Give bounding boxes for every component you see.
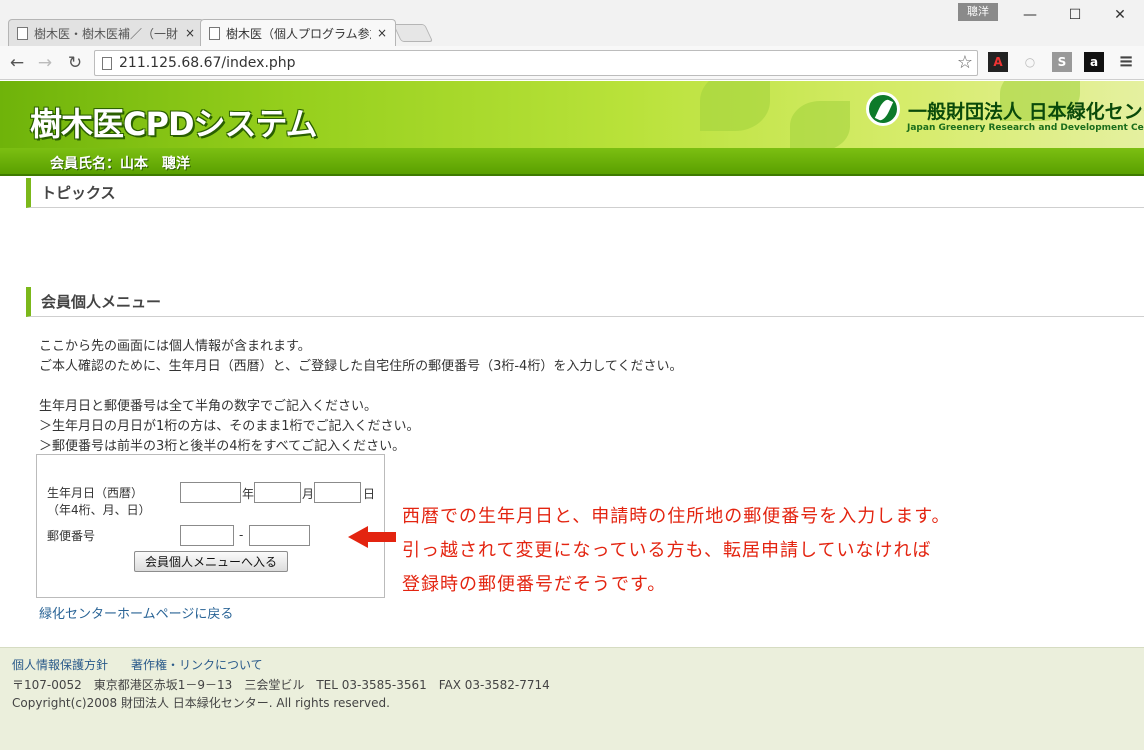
browser-titlebar: 樹木医・樹木医補／（一財 × 樹木医（個人プログラム参加 × 聰洋 — ☐ ✕ (0, 0, 1144, 46)
script-extension-icon[interactable]: S (1052, 52, 1072, 72)
postal-code-second-input[interactable] (249, 525, 310, 546)
annotation-line: 西暦での生年月日と、申請時の住所地の郵便番号を入力します。 (402, 506, 951, 527)
home-page-link[interactable]: 緑化センターホームページに戻る (39, 603, 233, 622)
note-line: ＞郵便番号は前半の3桁と後半の4桁をすべてご記入ください。 (39, 439, 406, 454)
tab-active[interactable]: 樹木医（個人プログラム参加 × (200, 19, 396, 46)
intro-line: ご本人確認のために、生年月日（西暦）と、ご登録した自宅住所の郵便番号（3桁-4桁… (39, 359, 683, 374)
chrome-menu-icon[interactable]: ≡ (1116, 52, 1136, 72)
tab-inactive[interactable]: 樹木医・樹木医補／（一財 × (8, 19, 204, 46)
enter-member-menu-button[interactable]: 会員個人メニューへ入る (134, 551, 288, 572)
footer-copyright: Copyright(c)2008 財団法人 日本緑化センター. All righ… (12, 696, 390, 710)
back-icon[interactable]: ← (6, 51, 28, 75)
minimize-icon[interactable]: — (1008, 0, 1052, 30)
postal-code-label: 郵便番号 (47, 529, 96, 543)
window-close-icon[interactable]: ✕ (1098, 0, 1142, 30)
birth-month-input[interactable] (254, 482, 301, 503)
tab-title: 樹木医（個人プログラム参加 (226, 26, 371, 41)
org-logo-icon (866, 92, 900, 126)
birthdate-sublabel: （年4桁、月、日） (47, 503, 151, 517)
page-info-icon[interactable] (102, 57, 112, 70)
member-name: 会員氏名：山本 聰洋 (50, 156, 190, 172)
note-line: 生年月日と郵便番号は全て半角の数字でご記入ください。 (39, 399, 378, 414)
member-bar: 会員氏名：山本 聰洋 (0, 148, 1144, 176)
intro-line: ここから先の画面には個人情報が含まれます。 (39, 339, 311, 354)
url-text[interactable]: 211.125.68.67/index.php (119, 55, 296, 71)
browser-toolbar: ← → ↻ 211.125.68.67/index.php ☆ A ○ S a … (0, 46, 1144, 80)
new-tab-button[interactable] (392, 24, 434, 42)
leaf-decoration (700, 81, 770, 131)
birth-year-input[interactable] (180, 482, 241, 503)
profile-badge[interactable]: 聰洋 (958, 3, 998, 21)
tab-close-icon[interactable]: × (185, 26, 195, 40)
birth-day-input[interactable] (314, 482, 361, 503)
verification-form: 生年月日（西暦） （年4桁、月、日） 年 月 日 郵便番号 - 会員個人メニュー… (36, 454, 385, 598)
postal-separator: - (239, 528, 244, 542)
annotation-line: 登録時の郵便番号だそうです。 (402, 574, 667, 595)
member-menu-heading-text: 会員個人メニュー (41, 293, 162, 311)
site-header: 樹木医CPDシステム 一般財団法人 日本緑化センター Japan Greener… (0, 81, 1144, 148)
web-page: 樹木医CPDシステム 一般財団法人 日本緑化センター Japan Greener… (0, 81, 1144, 750)
privacy-policy-link[interactable]: 個人情報保護方針 (12, 656, 108, 673)
maximize-icon[interactable]: ☐ (1053, 0, 1097, 30)
month-unit: 月 (302, 487, 315, 501)
copyright-link[interactable]: 著作権・リンクについて (131, 656, 263, 673)
day-unit: 日 (363, 487, 376, 501)
pdf-extension-icon[interactable]: A (988, 52, 1008, 72)
birthdate-label: 生年月日（西暦） (47, 486, 144, 500)
page-icon (17, 26, 28, 40)
page-icon (209, 26, 220, 40)
footer-address: 〒107-0052 東京都港区赤坂1－9－13 三会堂ビル TEL 03-358… (12, 678, 550, 692)
annotation-line: 引っ越されて変更になっている方も、転居申請していなければ (402, 540, 932, 561)
note-line: ＞生年月日の月日が1桁の方は、そのまま1桁でご記入ください。 (39, 419, 420, 434)
postal-code-first-input[interactable] (180, 525, 234, 546)
reload-icon[interactable]: ↻ (64, 51, 86, 75)
bookmark-star-icon[interactable]: ☆ (957, 52, 973, 73)
red-arrow-icon (348, 526, 396, 548)
topics-heading-text: トピックス (41, 184, 116, 202)
site-footer: 個人情報保護方針 著作権・リンクについて 〒107-0052 東京都港区赤坂1－… (0, 647, 1144, 750)
org-name: 一般財団法人 日本緑化センター (908, 101, 1144, 123)
forward-icon[interactable]: → (34, 51, 56, 75)
leaf-decoration (790, 101, 850, 148)
site-title: 樹木医CPDシステム (30, 105, 318, 143)
address-bar[interactable]: 211.125.68.67/index.php ☆ (94, 50, 978, 76)
search-extension-icon[interactable]: ○ (1020, 52, 1040, 72)
tab-close-icon[interactable]: × (377, 26, 387, 40)
topics-heading: トピックス (26, 178, 1144, 208)
member-menu-heading: 会員個人メニュー (26, 287, 1144, 317)
year-unit: 年 (242, 487, 255, 501)
org-name-english: Japan Greenery Research and Development … (907, 123, 1144, 133)
amazon-extension-icon[interactable]: a (1084, 52, 1104, 72)
tab-title: 樹木医・樹木医補／（一財 (34, 26, 179, 41)
